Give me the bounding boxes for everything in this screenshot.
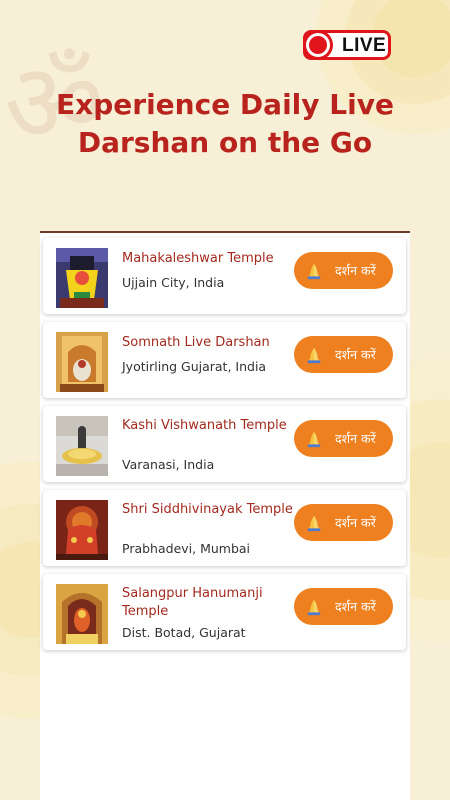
temple-thumbnail xyxy=(56,584,108,644)
temple-name: Shri Siddhivinayak Temple xyxy=(122,502,293,517)
temple-card[interactable]: Kashi Vishwanath Temple Varanasi, India … xyxy=(43,406,406,482)
darshan-button-label: दर्शन करें xyxy=(335,431,376,446)
darshan-button[interactable]: दर्शन करें xyxy=(294,252,393,289)
darshan-button-label: दर्शन करें xyxy=(335,515,376,530)
praying-hands-icon xyxy=(307,599,321,615)
temple-name: Mahakaleshwar Temple xyxy=(122,251,274,266)
darshan-button-label: दर्शन करें xyxy=(335,347,376,362)
live-badge: LIVE xyxy=(303,30,391,60)
darshan-button[interactable]: दर्शन करें xyxy=(294,336,393,373)
temple-thumbnail xyxy=(56,500,108,560)
temple-location: Prabhadevi, Mumbai xyxy=(122,541,251,556)
headline-line-2: Darshan on the Go xyxy=(77,126,373,159)
darshan-button-label: दर्शन करें xyxy=(335,599,376,614)
temple-list: Mahakaleshwar Temple Ujjain City, India … xyxy=(40,231,410,800)
darshan-button-label: दर्शन करें xyxy=(335,263,376,278)
headline-line-1: Experience Daily Live xyxy=(56,88,394,121)
temple-thumbnail xyxy=(56,416,108,476)
temple-thumbnail xyxy=(56,248,108,308)
temple-card[interactable]: Somnath Live Darshan Jyotirling Gujarat,… xyxy=(43,322,406,398)
temple-thumbnail xyxy=(56,332,108,392)
temple-name: Salangpur Hanumanji Temple xyxy=(122,586,263,619)
darshan-button[interactable]: दर्शन करें xyxy=(294,588,393,625)
temple-name: Somnath Live Darshan xyxy=(122,335,270,350)
temple-location: Dist. Botad, Gujarat xyxy=(122,625,246,640)
temple-location: Ujjain City, India xyxy=(122,275,225,290)
darshan-button[interactable]: दर्शन करें xyxy=(294,504,393,541)
record-dot-icon xyxy=(303,30,333,60)
praying-hands-icon xyxy=(307,263,321,279)
live-label: LIVE xyxy=(342,35,387,56)
page-headline: Experience Daily Live Darshan on the Go xyxy=(0,86,450,162)
temple-card[interactable]: Salangpur Hanumanji Temple Dist. Botad, … xyxy=(43,574,406,650)
praying-hands-icon xyxy=(307,347,321,363)
temple-name: Kashi Vishwanath Temple xyxy=(122,418,287,433)
darshan-button[interactable]: दर्शन करें xyxy=(294,420,393,457)
temple-location: Jyotirling Gujarat, India xyxy=(122,359,267,374)
praying-hands-icon xyxy=(307,431,321,447)
praying-hands-icon xyxy=(307,515,321,531)
temple-card[interactable]: Shri Siddhivinayak Temple Prabhadevi, Mu… xyxy=(43,490,406,566)
temple-location: Varanasi, India xyxy=(122,457,215,472)
temple-card[interactable]: Mahakaleshwar Temple Ujjain City, India … xyxy=(43,238,406,314)
